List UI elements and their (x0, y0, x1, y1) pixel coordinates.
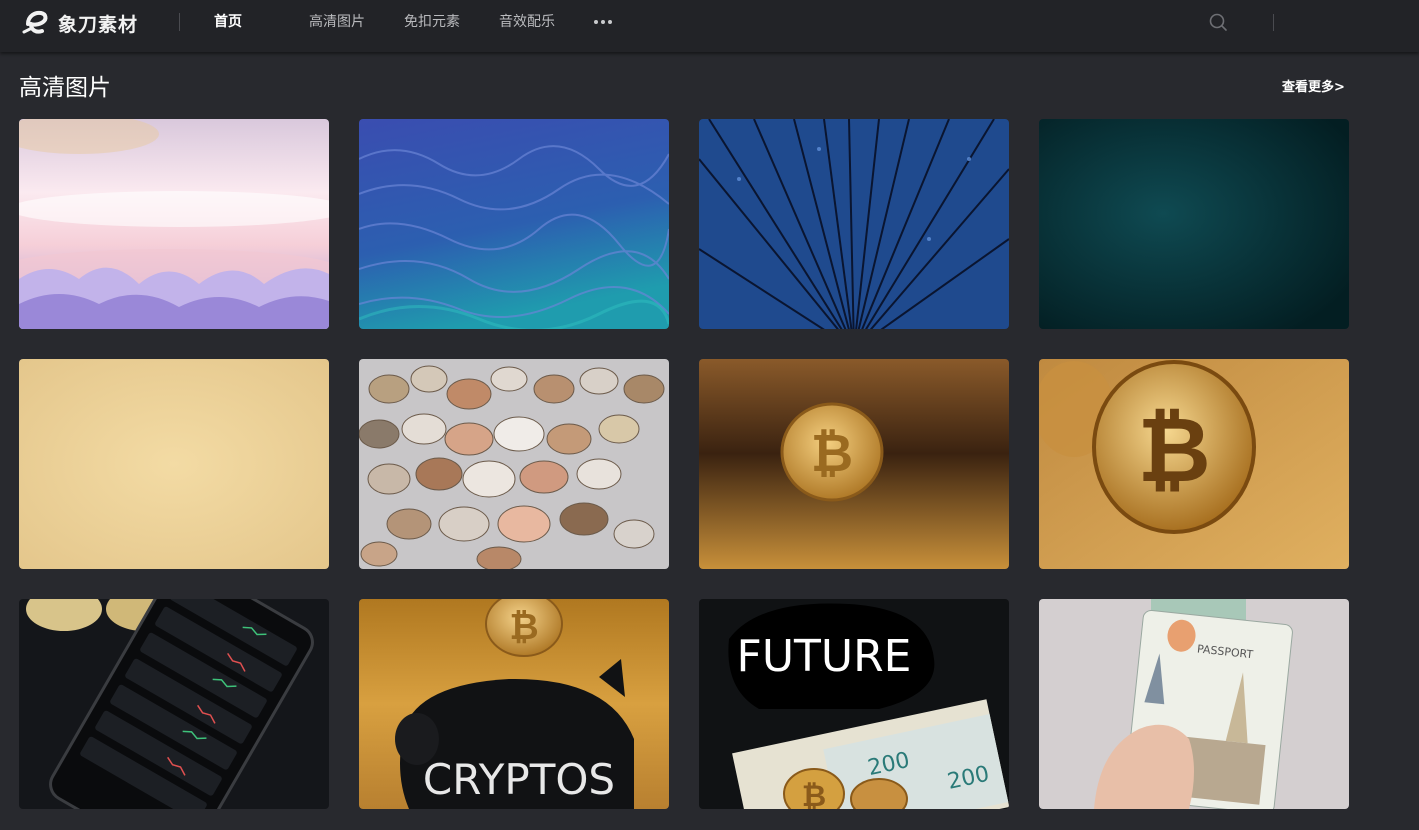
image-card-coins-pile[interactable] (359, 359, 669, 569)
image-card-speed-lines[interactable] (699, 119, 1009, 329)
image-card-teal-texture[interactable] (1039, 119, 1349, 329)
search-icon[interactable] (1208, 12, 1228, 32)
top-navigation-bar: 象刀素材 首页 高清图片 免扣元素 音效配乐 (0, 0, 1419, 52)
nav-item-sound-music[interactable]: 音效配乐 (499, 13, 555, 31)
svg-text:₿: ₿ (1137, 398, 1210, 503)
image-card-passport[interactable]: PASSPORT (1039, 599, 1349, 809)
svg-text:₿: ₿ (802, 779, 826, 809)
image-card-clouds[interactable] (19, 119, 329, 329)
nav-item-hd-images[interactable]: 高清图片 (309, 13, 365, 31)
more-dots-icon[interactable] (594, 13, 612, 31)
image-card-crypto-piggy[interactable]: ₿ CRYPTOS (359, 599, 669, 809)
future-text: FUTURE (737, 631, 912, 682)
logo-text: 象刀素材 (58, 13, 139, 36)
image-card-blue-waves[interactable] (359, 119, 669, 329)
image-card-future-piggy[interactable]: 200 200 FUTURE ₿ (699, 599, 1009, 809)
site-logo[interactable]: 象刀素材 (22, 8, 138, 38)
nav-item-home[interactable]: 首页 (214, 13, 242, 31)
see-more-link[interactable]: 查看更多> (1282, 79, 1345, 97)
image-card-beige-texture[interactable] (19, 359, 329, 569)
image-card-bitcoin-glitter[interactable]: ₿ (699, 359, 1009, 569)
header-divider (179, 13, 180, 31)
image-card-bitcoin-closeup[interactable]: ₿ (1039, 359, 1349, 569)
section-title: 高清图片 (19, 75, 111, 101)
logo-e-icon (22, 10, 48, 34)
image-card-crypto-phone[interactable] (19, 599, 329, 809)
svg-text:₿: ₿ (811, 424, 853, 484)
crypto-text: CRYPTOS (423, 755, 615, 804)
svg-text:₿: ₿ (509, 607, 538, 648)
nav-item-cutout-elements[interactable]: 免扣元素 (404, 13, 460, 31)
header-divider-right (1273, 14, 1274, 31)
